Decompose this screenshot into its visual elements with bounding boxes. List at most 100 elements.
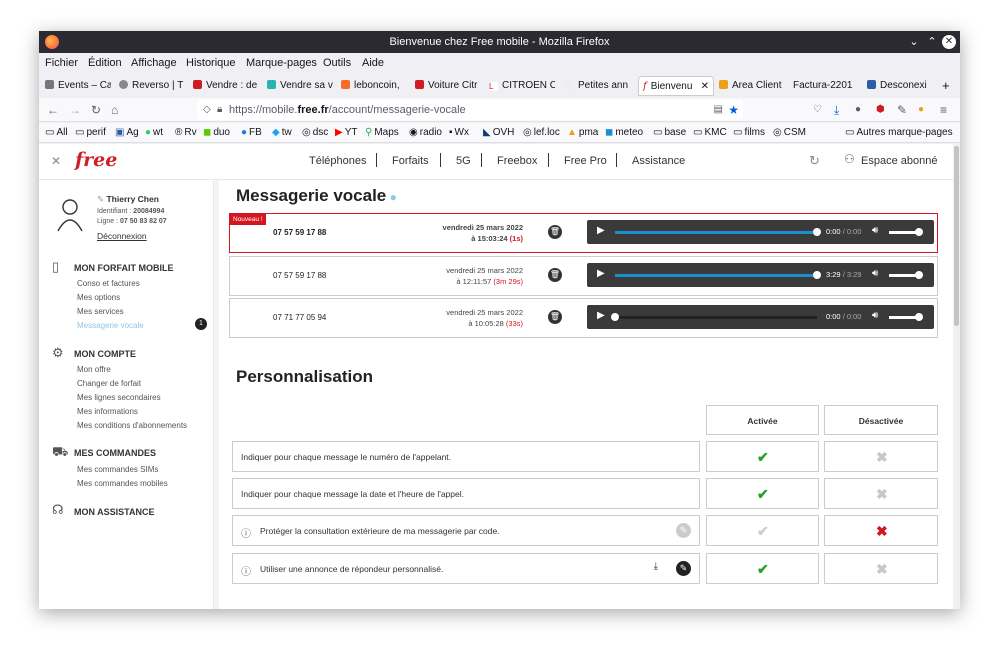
bookmark-base[interactable]: ▭ base xyxy=(653,127,686,138)
new-tab-icon[interactable]: + xyxy=(942,76,956,96)
volume-knob[interactable] xyxy=(915,313,923,321)
back-icon[interactable]: ← xyxy=(47,102,59,118)
minimize-icon[interactable]: ⌄ xyxy=(906,34,922,50)
link-conso-factures[interactable]: Conso et factures xyxy=(77,279,140,288)
nav-assistance[interactable]: Assistance xyxy=(632,155,685,167)
logout-link[interactable]: Déconnexion xyxy=(97,231,147,241)
scrollbar-thumb[interactable] xyxy=(954,146,959,326)
tab-reverso[interactable]: Reverso | T xyxy=(119,76,185,96)
tab-vendre[interactable]: Vendre : de xyxy=(193,76,259,96)
bookmark-dsc[interactable]: ◎ dsc xyxy=(302,127,328,138)
play-button[interactable]: ▶ xyxy=(597,225,605,236)
menu-fichier[interactable]: Fichier xyxy=(45,57,78,69)
tab-events[interactable]: Events – Ca xyxy=(45,76,111,96)
menu-marque-pages[interactable]: Marque-pages xyxy=(246,57,317,69)
maximize-icon[interactable]: ⌃ xyxy=(924,34,940,50)
nav-5g[interactable]: 5G xyxy=(456,155,471,167)
edit-pencil-icon[interactable]: ✎ xyxy=(676,523,691,538)
play-button[interactable]: ▶ xyxy=(597,268,605,279)
option-activee[interactable]: ✔ xyxy=(706,478,819,509)
bookmark-other[interactable]: ▭ Autres marque-pages xyxy=(845,127,953,138)
bookmark-lef-loc[interactable]: ◎ lef.loc xyxy=(523,127,560,138)
tab-petites-annonces[interactable]: Petites ann xyxy=(565,76,631,96)
link-lignes-secondaires[interactable]: Mes lignes secondaires xyxy=(77,393,161,402)
link-messagerie-vocale[interactable]: Messagerie vocale xyxy=(77,321,144,330)
download-icon[interactable]: ⤓ xyxy=(834,102,839,118)
volume-knob[interactable] xyxy=(915,271,923,279)
tab-vendre-sa[interactable]: Vendre sa v xyxy=(267,76,333,96)
tab-citroen[interactable]: L CITROEN C xyxy=(489,76,555,96)
menu-aide[interactable]: Aide xyxy=(362,57,384,69)
bookmark-meteo[interactable]: ◼ meteo xyxy=(605,127,643,138)
progress-knob[interactable] xyxy=(813,228,821,236)
tab-voiture[interactable]: Voiture Citr xyxy=(415,76,481,96)
tab-factura[interactable]: Factura-2201 xyxy=(793,76,859,96)
progress-track[interactable] xyxy=(615,228,821,236)
bookmark-csm[interactable]: ◎ CSM xyxy=(773,127,806,138)
progress-knob[interactable] xyxy=(611,313,619,321)
info-icon[interactable]: ⓘ xyxy=(241,563,251,578)
play-button[interactable]: ▶ xyxy=(597,310,605,321)
bookmark-fb[interactable]: ● FB xyxy=(241,127,262,138)
link-changer-forfait[interactable]: Changer de forfait xyxy=(77,379,141,388)
option-desactivee[interactable]: ✖ xyxy=(824,478,938,509)
nav-freebox[interactable]: Freebox xyxy=(497,155,537,167)
bookmark-maps[interactable]: ⚲ Maps xyxy=(365,127,399,138)
delete-message-button[interactable]: 🗑︎ xyxy=(548,310,562,324)
bookmark-duo[interactable]: ◼ duo xyxy=(203,127,230,138)
eyedropper-icon[interactable]: ✎ xyxy=(897,102,907,118)
hamburger-menu-icon[interactable]: ≡ xyxy=(940,102,947,118)
download-icon[interactable]: ⤓ xyxy=(654,561,658,572)
link-commandes-sims[interactable]: Mes commandes SIMs xyxy=(77,465,158,474)
espace-abonne-link[interactable]: Espace abonné xyxy=(861,155,937,167)
reload-icon[interactable]: ↻ xyxy=(91,102,101,118)
pocket-icon[interactable]: ♡ xyxy=(813,102,822,118)
option-activee[interactable]: ✔ xyxy=(706,441,819,472)
link-mes-options[interactable]: Mes options xyxy=(77,293,120,302)
menu-affichage[interactable]: Affichage xyxy=(131,57,177,69)
tab-area-client[interactable]: Area Client xyxy=(719,76,785,96)
bookmark-ovh[interactable]: ◣ OVH xyxy=(483,127,514,138)
close-menu-icon[interactable]: ✕ xyxy=(51,154,61,168)
section-assistance-title[interactable]: MON ASSISTANCE xyxy=(74,507,155,517)
bookmark-films[interactable]: ▭ films xyxy=(733,127,765,138)
url-bar[interactable]: ◇ 🔒︎ https://mobile.free.fr/account/mess… xyxy=(197,100,743,120)
bookmark-wt[interactable]: ● wt xyxy=(145,127,163,138)
option-desactivee[interactable]: ✖ xyxy=(824,441,938,472)
tab-bienvenue-active[interactable]: f Bienvenu ✕ xyxy=(638,76,714,96)
menu-outils[interactable]: Outils xyxy=(323,57,351,69)
edit-pencil-icon[interactable]: ✎ xyxy=(676,561,691,576)
tab-close-icon[interactable]: ✕ xyxy=(701,77,709,95)
bookmark-yt[interactable]: ▶ YT xyxy=(335,127,357,138)
delete-message-button[interactable]: 🗑︎ xyxy=(548,225,562,239)
option-desactivee[interactable]: ✖ xyxy=(824,553,938,584)
reader-view-icon[interactable]: ▤ xyxy=(714,100,723,120)
volume-knob[interactable] xyxy=(915,228,923,236)
link-mon-offre[interactable]: Mon offre xyxy=(77,365,111,374)
user-icon[interactable]: ⚇ xyxy=(844,152,855,166)
addon-icon[interactable]: ● xyxy=(918,102,924,118)
shield-icon[interactable]: ◇ xyxy=(203,100,211,120)
bookmark-pma[interactable]: ▲ pma xyxy=(567,127,598,138)
bookmark-rv[interactable]: ® Rv xyxy=(175,127,197,138)
refresh-icon[interactable]: ↻ xyxy=(809,153,820,169)
forward-icon[interactable]: → xyxy=(69,102,81,118)
bookmark-all[interactable]: ▭ All xyxy=(45,127,68,138)
bookmark-radio[interactable]: ◉ radio xyxy=(409,127,442,138)
nav-telephones[interactable]: Téléphones xyxy=(309,155,367,167)
progress-track[interactable] xyxy=(615,271,821,279)
bookmark-star-icon[interactable]: ★ xyxy=(728,100,739,120)
delete-message-button[interactable]: 🗑︎ xyxy=(548,268,562,282)
link-mes-informations[interactable]: Mes informations xyxy=(77,407,138,416)
option-activee[interactable]: ✔ xyxy=(706,553,819,584)
bookmark-tw[interactable]: ◆ tw xyxy=(272,127,292,138)
nav-forfaits[interactable]: Forfaits xyxy=(392,155,429,167)
option-activee[interactable]: ✔ xyxy=(706,515,819,546)
lock-icon[interactable]: 🔒︎ xyxy=(217,100,222,120)
link-conditions-abonnements[interactable]: Mes conditions d'abonnements xyxy=(77,421,187,430)
bookmark-perif[interactable]: ▭ perif xyxy=(75,127,106,138)
bookmark-ag[interactable]: ▣ Ag xyxy=(115,127,139,138)
option-desactivee[interactable]: ✖ xyxy=(824,515,938,546)
ublock-icon[interactable]: ⬢ xyxy=(876,102,885,118)
page-scrollbar[interactable] xyxy=(953,144,960,609)
